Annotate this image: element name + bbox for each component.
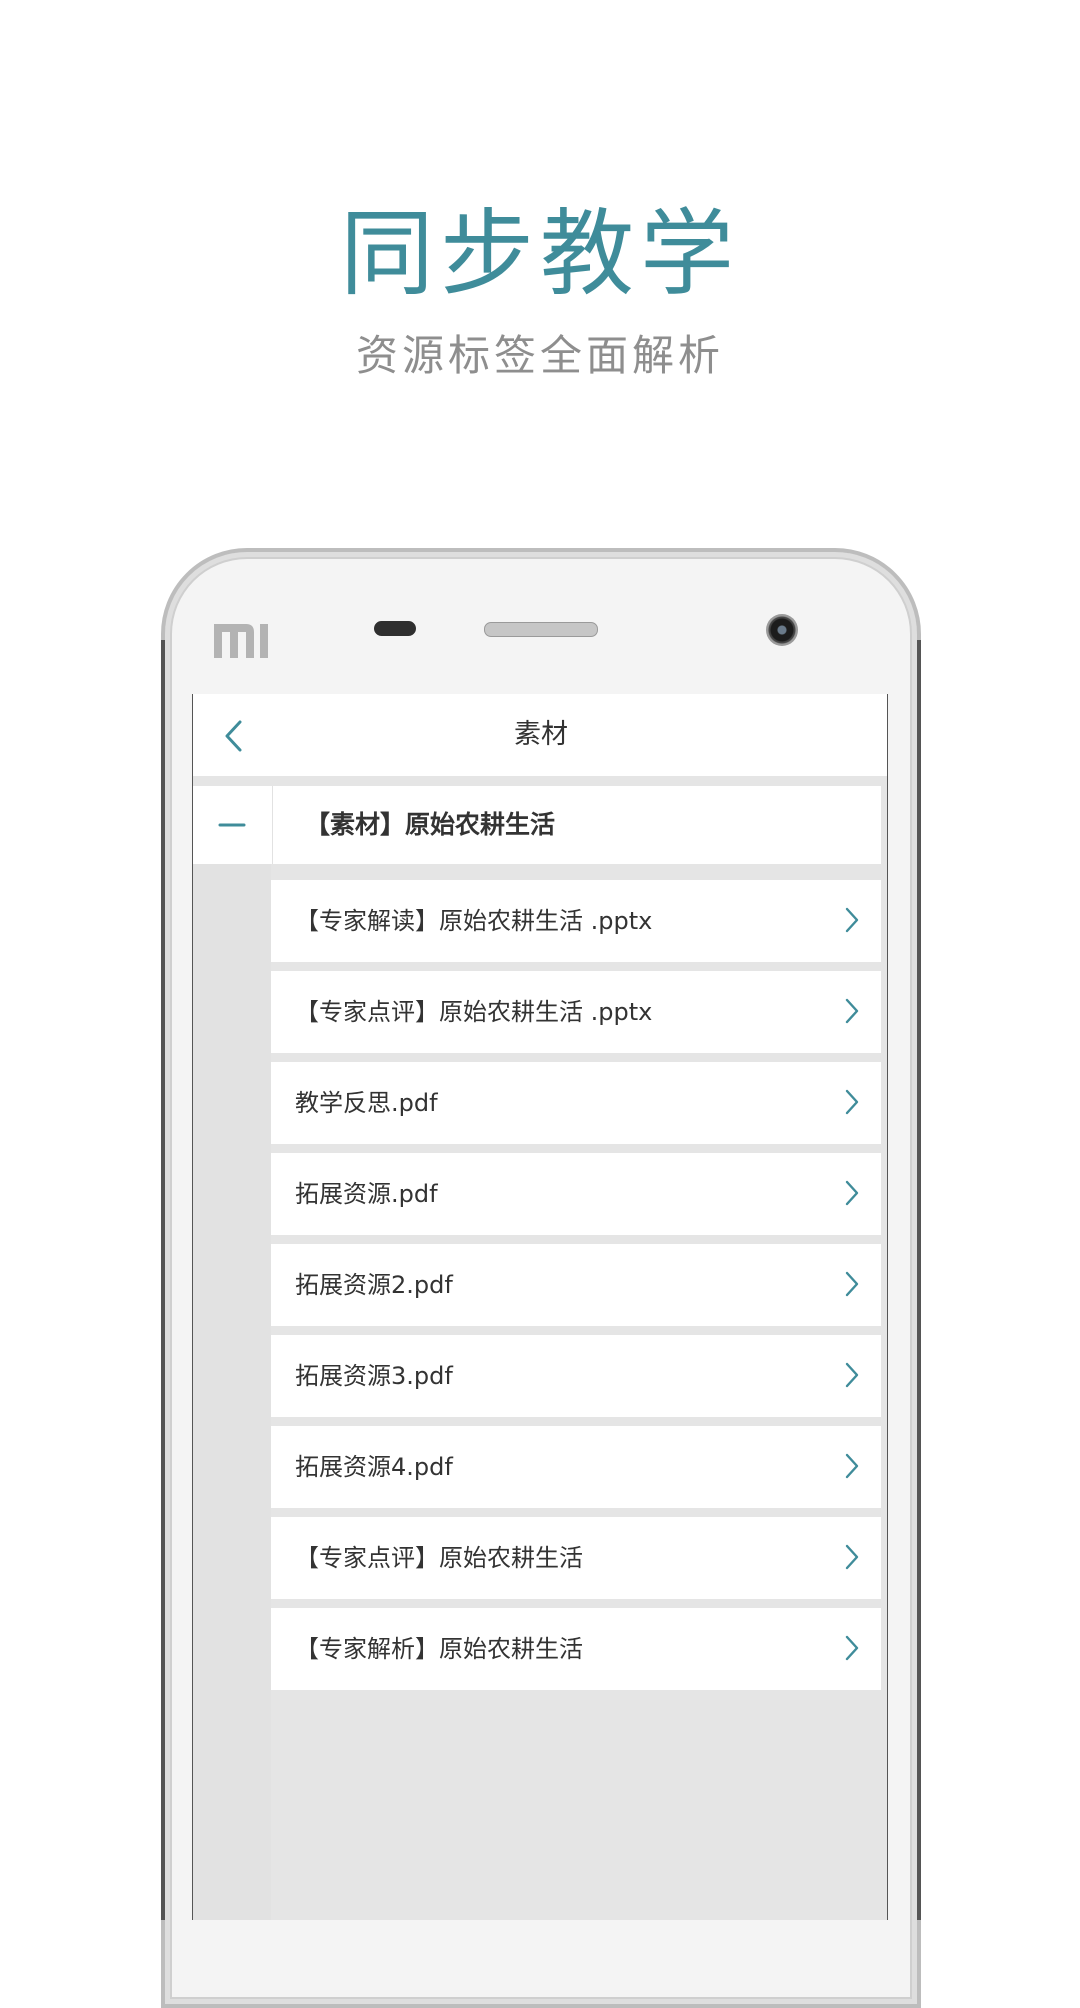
nav-bar: 素材: [193, 694, 887, 776]
list-item[interactable]: 【专家点评】原始农耕生活: [271, 1517, 881, 1599]
nav-title: 素材: [514, 719, 568, 750]
list-item[interactable]: 教学反思.pdf: [271, 1062, 881, 1144]
list-item[interactable]: 拓展资源3.pdf: [271, 1335, 881, 1417]
group-divider: [272, 786, 273, 864]
hero-title: 同步教学: [339, 200, 740, 309]
indent-strip: [193, 864, 271, 1920]
file-name: 【专家解读】原始农耕生活 .pptx: [295, 907, 653, 935]
list-item[interactable]: 【专家点评】原始农耕生活 .pptx: [271, 971, 881, 1053]
chevron-right-icon: [845, 1271, 859, 1297]
group-title: 【素材】原始农耕生活: [305, 810, 556, 839]
file-name: 拓展资源2.pdf: [295, 1271, 453, 1299]
file-list: 【专家解读】原始农耕生活 .pptx 【专家点评】原始农耕生活 .pptx 教学…: [271, 880, 881, 1699]
file-name: 【专家点评】原始农耕生活: [295, 1544, 583, 1572]
chevron-right-icon: [845, 1089, 859, 1115]
file-name: 拓展资源.pdf: [295, 1180, 438, 1208]
phone-edge-right: [917, 640, 921, 1920]
file-name: 拓展资源4.pdf: [295, 1453, 453, 1481]
chevron-right-icon: [845, 1453, 859, 1479]
collapse-button[interactable]: [193, 786, 271, 864]
chevron-right-icon: [845, 998, 859, 1024]
chevron-left-icon: [225, 720, 242, 752]
front-camera: [766, 614, 798, 646]
group-header[interactable]: 【素材】原始农耕生活: [193, 786, 881, 864]
chevron-right-icon: [845, 1362, 859, 1388]
list-item[interactable]: 拓展资源.pdf: [271, 1153, 881, 1235]
list-item[interactable]: 【专家解析】原始农耕生活: [271, 1608, 881, 1690]
chevron-right-icon: [845, 1635, 859, 1661]
file-name: 教学反思.pdf: [295, 1089, 438, 1117]
file-name: 【专家点评】原始农耕生活 .pptx: [295, 998, 653, 1026]
chevron-right-icon: [845, 1180, 859, 1206]
app-screen: 素材 【素材】原始农耕生活 【专家解读】原始农耕生活 .pptx 【专家点评】原…: [192, 694, 888, 1920]
chevron-right-icon: [845, 1544, 859, 1570]
back-button[interactable]: [213, 714, 257, 758]
sensor-slot: [374, 621, 416, 636]
mi-logo-icon: [214, 624, 268, 658]
hero-subtitle: 资源标签全面解析: [355, 331, 724, 380]
file-name: 【专家解析】原始农耕生活: [295, 1635, 583, 1663]
earpiece-speaker: [484, 622, 598, 637]
list-item[interactable]: 【专家解读】原始农耕生活 .pptx: [271, 880, 881, 962]
file-name: 拓展资源3.pdf: [295, 1362, 453, 1390]
list-item[interactable]: 拓展资源4.pdf: [271, 1426, 881, 1508]
list-item[interactable]: 拓展资源2.pdf: [271, 1244, 881, 1326]
chevron-right-icon: [845, 907, 859, 933]
phone-edge-left: [161, 640, 165, 1920]
minus-icon: [218, 823, 246, 827]
